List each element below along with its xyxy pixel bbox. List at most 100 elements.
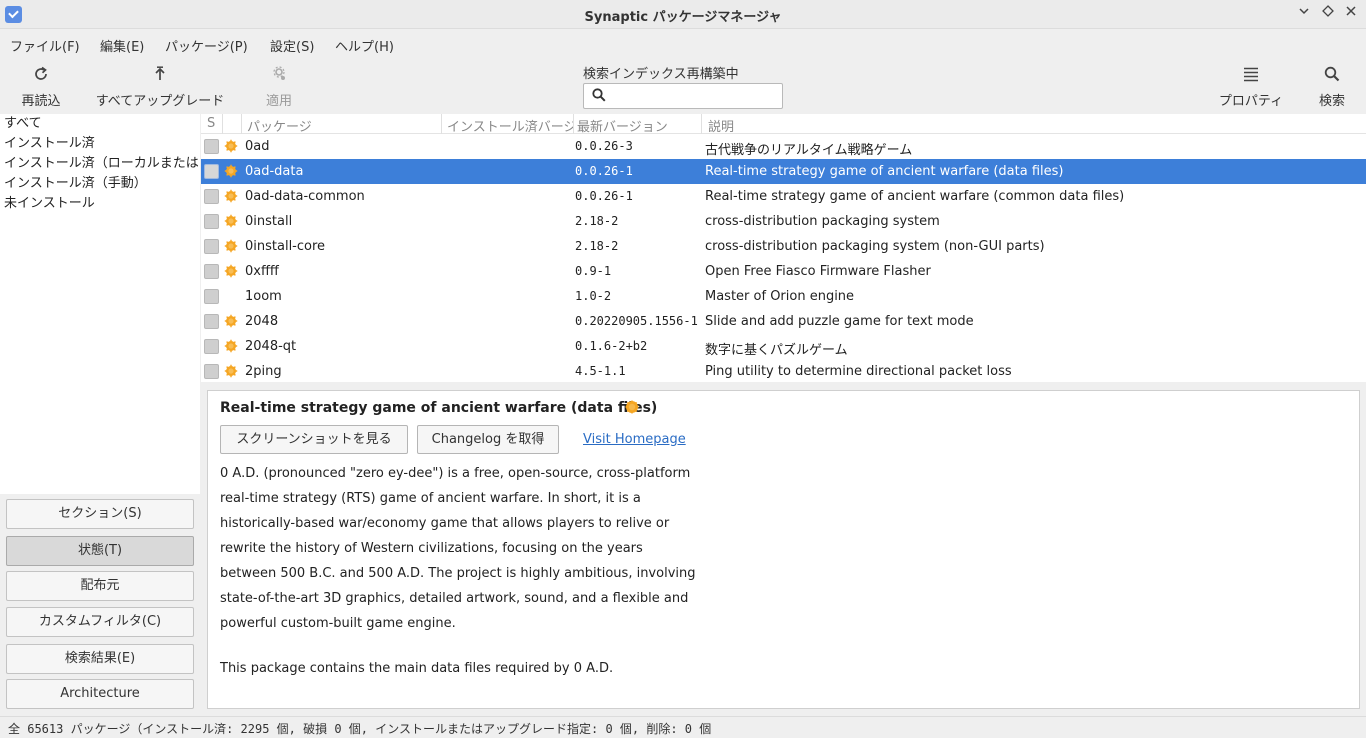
origin-button[interactable]: 配布元 — [6, 571, 194, 601]
apply-button[interactable]: 適用 — [258, 58, 300, 112]
status-bar: 全 65613 パッケージ（インストール済: 2295 個, 破損 0 個, イ… — [0, 716, 1366, 738]
get-changelog-button[interactable]: Changelog を取得 — [417, 425, 559, 454]
support-icon — [224, 339, 238, 353]
table-row[interactable]: 1oom 1.0-2 Master of Orion engine — [201, 284, 1366, 309]
package-description: Ping utility to determine directional pa… — [705, 364, 1012, 379]
package-checkbox[interactable] — [204, 189, 219, 204]
package-details-panel: Real-time strategy game of ancient warfa… — [207, 390, 1360, 709]
filter-item-all[interactable]: すべて — [0, 114, 200, 134]
menu-settings[interactable]: 設定(S) — [270, 36, 314, 55]
package-description: Open Free Fiasco Firmware Flasher — [705, 264, 931, 279]
quick-search-input[interactable] — [612, 86, 777, 106]
table-row[interactable]: 0ad 0.0.26-3 古代戦争のリアルタイム戦略ゲーム — [201, 134, 1366, 159]
properties-button[interactable]: プロパティ — [1216, 58, 1286, 112]
description-paragraph: 0 A.D. (pronounced "zero ey-dee") is a f… — [220, 466, 696, 631]
support-icon — [224, 239, 238, 253]
latest-version: 1.0-2 — [575, 289, 612, 303]
custom-filter-button[interactable]: カスタムフィルタ(C) — [6, 607, 194, 637]
filter-item-not-installed[interactable]: 未インストール — [0, 194, 200, 214]
menu-package[interactable]: パッケージ(P) — [165, 36, 248, 55]
column-separator[interactable] — [222, 114, 223, 134]
package-checkbox[interactable] — [204, 214, 219, 229]
close-icon[interactable] — [1342, 5, 1360, 23]
column-separator[interactable] — [701, 114, 702, 134]
support-icon — [224, 364, 238, 378]
package-checkbox[interactable] — [204, 239, 219, 254]
package-name: 0ad-data — [245, 164, 304, 179]
search-button[interactable]: 検索 — [1312, 58, 1352, 112]
package-name: 1oom — [245, 289, 282, 304]
filter-item-installed-manual[interactable]: インストール済（手動） — [0, 174, 200, 194]
table-row[interactable]: 0install 2.18-2 cross-distribution packagi… — [201, 209, 1366, 234]
menu-bar: ファイル(F) 編集(E) パッケージ(P) 設定(S) ヘルプ(H) — [0, 30, 1366, 58]
latest-version: 0.0.26-3 — [575, 139, 633, 153]
column-header-package[interactable]: パッケージ — [247, 116, 312, 135]
package-checkbox[interactable] — [204, 139, 219, 154]
package-name: 0install — [245, 214, 293, 229]
latest-version: 2.18-2 — [575, 239, 619, 253]
column-separator[interactable] — [441, 114, 442, 134]
latest-version: 0.0.26-1 — [575, 189, 633, 203]
package-description: Real-time strategy game of ancient warfa… — [705, 164, 1064, 179]
package-checkbox[interactable] — [204, 164, 219, 179]
properties-label: プロパティ — [1218, 94, 1284, 109]
column-separator[interactable] — [241, 114, 242, 134]
synaptic-window: Synaptic パッケージマネージャ ファイル(F) 編集(E) パッケージ(… — [0, 0, 1366, 738]
table-row[interactable]: 0xffff 0.9-1 Open Free Fiasco Firmware Fla… — [201, 259, 1366, 284]
package-checkbox[interactable] — [204, 339, 219, 354]
menu-file[interactable]: ファイル(F) — [10, 36, 80, 55]
search-label: 検索 — [1318, 94, 1345, 109]
table-row[interactable]: 0ad-data-common 0.0.26-1 Real-time strateg… — [201, 184, 1366, 209]
column-separator[interactable] — [573, 114, 574, 134]
window-title: Synaptic パッケージマネージャ — [584, 10, 782, 25]
package-name: 2048 — [245, 314, 279, 329]
search-results-button[interactable]: 検索結果(E) — [6, 644, 194, 674]
visit-homepage-link[interactable]: Visit Homepage — [583, 432, 686, 447]
table-row[interactable]: 0ad-data 0.0.26-1 Real-time strategy game … — [201, 159, 1366, 184]
package-description: Slide and add puzzle game for text mode — [705, 314, 974, 329]
column-header-latest[interactable]: 最新バージョン — [577, 116, 668, 135]
column-header-status[interactable]: S — [207, 116, 215, 131]
view-screenshot-button[interactable]: スクリーンショットを見る — [220, 425, 408, 454]
sections-button[interactable]: セクション(S) — [6, 499, 194, 529]
filter-item-installed-local[interactable]: インストール済（ローカルまたは — [0, 154, 200, 174]
package-checkbox[interactable] — [204, 289, 219, 304]
package-description: cross-distribution packaging system (non… — [705, 239, 1045, 254]
filter-list: すべて インストール済 インストール済（ローカルまたは インストール済（手動） … — [0, 114, 200, 494]
status-button[interactable]: 状態(T) — [6, 536, 194, 566]
package-description: 古代戦争のリアルタイム戦略ゲーム — [705, 143, 913, 158]
detail-title: Real-time strategy game of ancient warfa… — [220, 400, 658, 416]
package-checkbox[interactable] — [204, 314, 219, 329]
table-row[interactable]: 2048 0.20220905.1556-1 Slide and add puzzl… — [201, 309, 1366, 334]
architecture-button[interactable]: Architecture — [6, 679, 194, 709]
column-header-installed[interactable]: インストール済バージ — [447, 116, 573, 135]
package-name: 0install-core — [245, 239, 326, 254]
apply-icon — [258, 58, 300, 82]
minimize-icon[interactable] — [1295, 5, 1313, 23]
package-checkbox[interactable] — [204, 364, 219, 379]
reload-label: 再読込 — [21, 94, 61, 109]
latest-version: 0.0.26-1 — [575, 164, 633, 178]
reload-button[interactable]: 再読込 — [14, 58, 68, 112]
column-header-description[interactable]: 説明 — [708, 116, 734, 135]
detail-description: 0 A.D. (pronounced "zero ey-dee") is a f… — [220, 461, 700, 681]
filter-item-installed[interactable]: インストール済 — [0, 134, 200, 154]
table-row[interactable]: 0install-core 2.18-2 cross-distribution pa… — [201, 234, 1366, 259]
latest-version: 0.20220905.1556-1 — [575, 314, 698, 328]
latest-version: 4.5-1.1 — [575, 364, 626, 378]
maximize-icon[interactable] — [1319, 5, 1337, 23]
table-row[interactable]: 2ping 4.5-1.1 Ping utility to determine di… — [201, 359, 1366, 382]
package-checkbox[interactable] — [204, 264, 219, 279]
quick-search-field[interactable] — [583, 83, 783, 109]
menu-edit[interactable]: 編集(E) — [100, 36, 144, 55]
support-icon — [224, 164, 238, 178]
package-name: 2ping — [245, 364, 282, 379]
package-description: cross-distribution packaging system — [705, 214, 940, 229]
reload-icon — [14, 58, 68, 82]
upgrade-all-button[interactable]: すべてアップグレード — [94, 58, 226, 112]
support-icon — [224, 189, 238, 203]
menu-help[interactable]: ヘルプ(H) — [335, 36, 394, 55]
table-header: S パッケージ インストール済バージ 最新バージョン 説明 — [201, 114, 1366, 135]
apply-label: 適用 — [265, 94, 292, 109]
table-row[interactable]: 2048-qt 0.1.6-2+b2 数字に基くパズルゲーム — [201, 334, 1366, 359]
